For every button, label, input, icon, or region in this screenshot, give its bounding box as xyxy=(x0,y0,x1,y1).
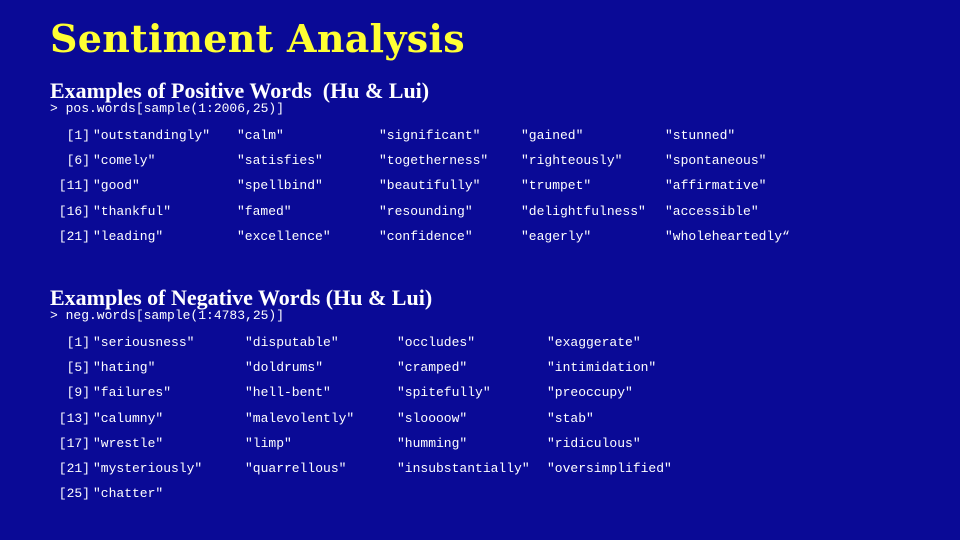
word-cell: "insubstantially" xyxy=(397,460,530,476)
word-cell: "excellence" xyxy=(237,228,331,244)
word-cell: "hell-bent" xyxy=(245,385,331,401)
row-index: [13] xyxy=(58,410,90,426)
word-cell: "thankful" xyxy=(93,203,172,219)
word-cell: "hating" xyxy=(93,360,156,376)
word-cell: "exaggerate" xyxy=(547,335,641,350)
word-cell: "cramped" xyxy=(397,360,468,376)
word-cell: "comely" xyxy=(93,153,156,169)
word-cell: "spellbind" xyxy=(237,178,323,194)
word-cell: "stunned" xyxy=(665,128,736,143)
row-index: [25] xyxy=(58,486,90,502)
word-cell: "beautifully" xyxy=(379,178,481,194)
negative-words-heading: Examples of Negative Words (Hu & Lui) xyxy=(50,285,433,310)
row-index: [21] xyxy=(58,228,90,244)
negative-command: > neg.words[sample(1:4783,25)] xyxy=(50,308,285,323)
word-cell: "humming" xyxy=(397,435,468,451)
word-cell: "good" xyxy=(93,178,140,194)
row-index: [1] xyxy=(66,335,90,350)
page-title: Sentiment Analysis xyxy=(50,16,465,61)
row-index: [16] xyxy=(58,203,90,219)
row-index: [9] xyxy=(66,385,90,401)
row-index: [21] xyxy=(58,460,90,476)
word-cell: "failures" xyxy=(93,385,172,401)
word-cell: "resounding" xyxy=(379,203,473,219)
word-cell: "disputable" xyxy=(245,335,339,350)
word-cell: "spitefully" xyxy=(397,385,491,401)
word-cell: "quarrellous" xyxy=(245,460,347,476)
row-index: [6] xyxy=(66,153,90,169)
word-cell: "significant" xyxy=(379,128,481,143)
word-cell: "occludes" xyxy=(397,335,476,350)
positive-command: > pos.words[sample(1:2006,25)] xyxy=(50,101,285,116)
word-cell: "wrestle" xyxy=(93,435,164,451)
word-cell: "delightfulness" xyxy=(521,203,646,219)
word-cell: "intimidation" xyxy=(547,360,657,376)
word-cell: "oversimplified" xyxy=(547,460,672,476)
word-cell: "limp" xyxy=(245,435,292,451)
word-cell: "chatter" xyxy=(93,486,164,502)
word-cell: "trumpet" xyxy=(521,178,592,194)
word-cell: "sloooow" xyxy=(397,410,468,426)
word-cell: "accessible" xyxy=(665,203,759,219)
word-cell: "malevolently" xyxy=(245,410,355,426)
word-cell: "calm" xyxy=(237,128,284,143)
word-cell: "ridiculous" xyxy=(547,435,641,451)
word-cell: "preoccupy" xyxy=(547,385,633,401)
word-cell: "stab" xyxy=(547,410,594,426)
word-cell: "satisfies" xyxy=(237,153,323,169)
row-index: [17] xyxy=(58,435,90,451)
word-cell: "eagerly" xyxy=(521,228,592,244)
word-cell: "doldrums" xyxy=(245,360,324,376)
word-cell: "mysteriously" xyxy=(93,460,203,476)
word-cell: "togetherness" xyxy=(379,153,489,169)
word-cell: "outstandingly" xyxy=(93,128,211,143)
row-index: [1] xyxy=(66,128,90,143)
row-index: [11] xyxy=(58,178,90,194)
word-cell: "seriousness" xyxy=(93,335,195,350)
word-cell: "famed" xyxy=(237,203,292,219)
row-index: [5] xyxy=(66,360,90,376)
word-cell: "calumny" xyxy=(93,410,164,426)
word-cell: "righteously" xyxy=(521,153,623,169)
word-cell: "wholeheartedly“ xyxy=(665,228,790,244)
word-cell: "spontaneous" xyxy=(665,153,767,169)
word-cell: "affirmative" xyxy=(665,178,767,194)
positive-words-heading: Examples of Positive Words (Hu & Lui) xyxy=(50,78,430,103)
word-cell: "leading" xyxy=(93,228,164,244)
word-cell: "confidence" xyxy=(379,228,473,244)
word-cell: "gained" xyxy=(521,128,584,143)
